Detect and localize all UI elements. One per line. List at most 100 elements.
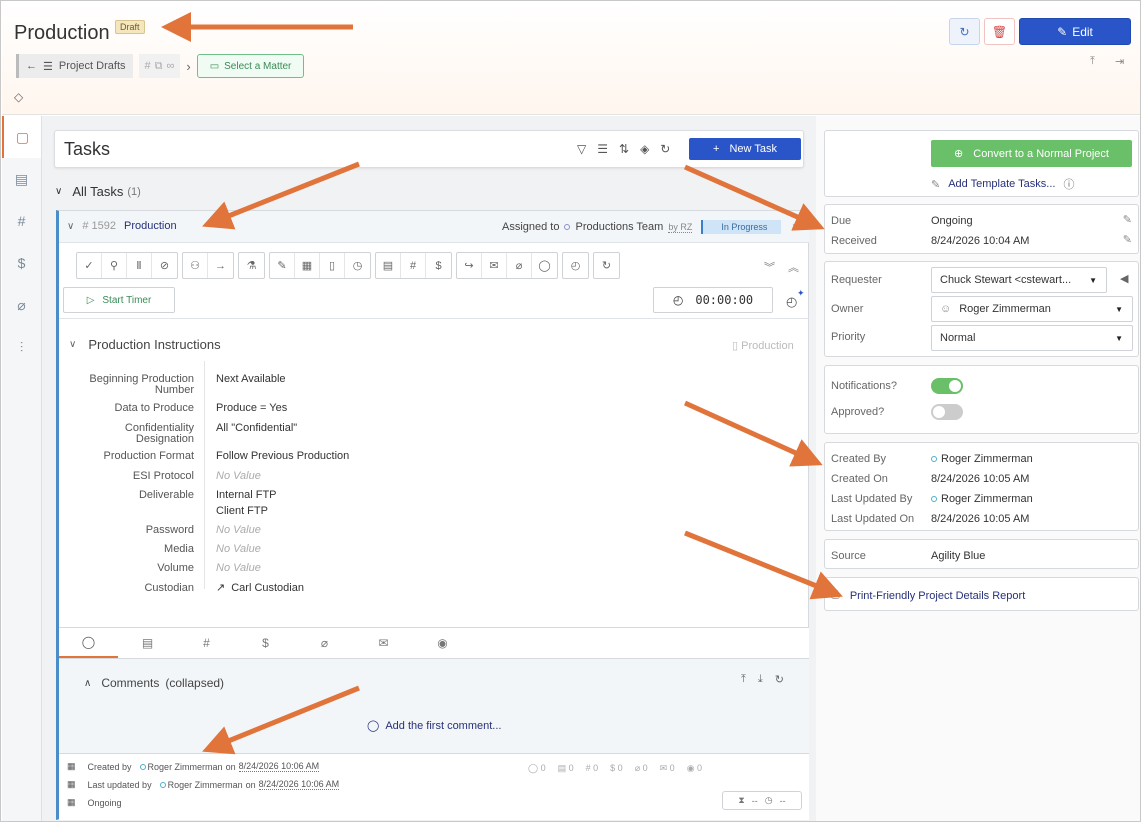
tab-attachments[interactable]: ⌀: [295, 628, 354, 658]
refresh-icon[interactable]: ↻: [775, 673, 784, 686]
cancel-icon[interactable]: ⊘: [152, 253, 177, 278]
convert-button[interactable]: ⊕ Convert to a Normal Project: [931, 140, 1132, 167]
task-header-row[interactable]: ∨ # 1592 Production Assigned to Producti…: [59, 211, 809, 243]
time-summary-box[interactable]: ⧗ -- ◷ --: [722, 791, 802, 810]
owner-select[interactable]: ☺ Roger Zimmerman ▼: [931, 296, 1133, 322]
created-by-label: Created by: [87, 761, 132, 772]
card-icon[interactable]: ▤: [2, 158, 41, 200]
tab-watchers[interactable]: ◉: [413, 628, 472, 658]
instructions-tag-label: Production: [741, 340, 794, 352]
tab-comments[interactable]: ◯: [59, 628, 118, 658]
instructions-header[interactable]: ∨ Production Instructions: [69, 337, 221, 352]
mail-count: ✉ 0: [659, 763, 675, 773]
assigned-by: by RZ: [668, 221, 693, 233]
edit-icon[interactable]: ✎: [270, 253, 295, 278]
assigned-team[interactable]: Productions Team: [575, 221, 663, 233]
stopwatch-icon[interactable]: ◴: [786, 294, 797, 310]
comments-header[interactable]: ∧ Comments (collapsed): [84, 676, 224, 690]
dollar-icon[interactable]: $: [2, 242, 41, 284]
print-panel: ⎙ Print-Friendly Project Details Report: [824, 577, 1139, 611]
hash-icon[interactable]: #: [2, 200, 41, 242]
list-icon[interactable]: ☰: [597, 142, 608, 156]
forward-arrow-icon[interactable]: →: [208, 253, 233, 278]
refresh-icon[interactable]: ↻: [594, 253, 619, 278]
updated-on-date: 8/24/2026 10:06 AM: [258, 779, 340, 790]
calendar-icon[interactable]: ▦: [295, 253, 320, 278]
requester-label: Requester: [831, 274, 882, 286]
dollar-icon[interactable]: $: [426, 253, 451, 278]
field-label: ESI Protocol: [132, 470, 194, 482]
external-link-icon: ↗: [216, 582, 226, 594]
select-matter-button[interactable]: ▭ Select a Matter: [196, 54, 305, 78]
scroll-top-icon[interactable]: ⤒: [741, 673, 746, 686]
all-tasks-toggle[interactable]: ∨ All Tasks (1): [55, 184, 141, 199]
print-report-link[interactable]: ⎙ Print-Friendly Project Details Report: [831, 589, 1025, 602]
due-line: ▦ Ongoing: [67, 797, 122, 808]
add-first-comment-link[interactable]: ◯ Add the first comment...: [367, 719, 501, 733]
clipboard-icon[interactable]: ▢: [2, 116, 41, 158]
priority-select[interactable]: Normal ▼: [931, 325, 1133, 351]
flask-icon[interactable]: ⚗: [239, 253, 264, 278]
edit-button[interactable]: ✎ Edit: [1019, 18, 1131, 45]
refresh-button[interactable]: ↻: [949, 18, 980, 45]
tab-billing[interactable]: $: [236, 628, 295, 658]
expand-all-icon[interactable]: ︾: [764, 259, 775, 275]
menu-icon[interactable]: ≡: [792, 220, 799, 234]
sort-icon[interactable]: ⇅: [619, 142, 629, 156]
new-task-button[interactable]: + New Task: [689, 138, 801, 160]
paperclip-icon[interactable]: ⌀: [2, 284, 41, 326]
toolbar-group-edit: ✎ ▦ ▯ ◷: [269, 252, 371, 279]
pause-icon[interactable]: Ⅱ: [127, 253, 152, 278]
chevron-right-icon: ›: [186, 58, 191, 74]
field-value: Produce = Yes: [216, 402, 288, 414]
status-badge[interactable]: In Progress: [701, 220, 782, 234]
edit-label: Edit: [1072, 24, 1093, 39]
hash-icon[interactable]: #: [401, 253, 426, 278]
tag-icon[interactable]: ◇: [14, 90, 23, 104]
check-icon[interactable]: ✓: [77, 253, 102, 278]
breadcrumb-id[interactable]: # ⧉ ∞: [138, 54, 181, 78]
layers-icon[interactable]: ◈: [640, 142, 649, 156]
filter-icon[interactable]: ▽: [577, 142, 586, 156]
sliders-icon[interactable]: ⫶: [2, 326, 41, 368]
mail-icon[interactable]: ✉: [482, 253, 507, 278]
updated-by-label: Last Updated By: [831, 493, 913, 505]
clock-icon[interactable]: ◷: [345, 253, 370, 278]
paperclip-icon[interactable]: ⌀: [507, 253, 532, 278]
reassign-icon[interactable]: ⚇: [183, 253, 208, 278]
pin-icon[interactable]: ✦: [797, 288, 805, 299]
requester-select[interactable]: Chuck Stewart <cstewart... ▼: [931, 267, 1107, 293]
project-header: Production Draft ← ☰ Project Drafts # ⧉ …: [2, 2, 1140, 115]
approved-toggle[interactable]: [931, 404, 963, 420]
task-name[interactable]: Production: [124, 220, 177, 232]
share-icon[interactable]: ↪: [457, 253, 482, 278]
notifications-row: Notifications?: [831, 380, 1131, 392]
approved-label: Approved?: [831, 406, 885, 418]
delete-button[interactable]: 🗑: [984, 18, 1015, 45]
tab-card[interactable]: ▤: [118, 628, 177, 658]
collapse-panel-icon[interactable]: ⇥: [1115, 55, 1124, 68]
breadcrumb-project-drafts[interactable]: ← ☰ Project Drafts: [16, 54, 133, 78]
assign-user-icon[interactable]: ⚲: [102, 253, 127, 278]
scroll-top-icon[interactable]: ⤒: [1090, 55, 1095, 68]
edit-due-icon[interactable]: ✎: [1123, 213, 1132, 226]
edit-received-icon[interactable]: ✎: [1123, 233, 1132, 246]
stopwatch-icon[interactable]: ◴: [563, 253, 588, 278]
collapse-all-icon[interactable]: ︽: [788, 259, 799, 275]
megaphone-icon[interactable]: ◀: [1120, 272, 1128, 285]
download-icon[interactable]: ⤓: [758, 673, 763, 686]
start-timer-button[interactable]: ▷ Start Timer: [63, 287, 175, 313]
tab-mail[interactable]: ✉: [354, 628, 413, 658]
source-label: Source: [831, 550, 866, 562]
toolbar-group-share: ↪ ✉ ⌀ ◯: [456, 252, 558, 279]
custodian-link[interactable]: ↗ Carl Custodian: [216, 580, 304, 596]
card-icon[interactable]: ▤: [376, 253, 401, 278]
refresh-icon[interactable]: ↻: [660, 142, 670, 156]
tab-numbers[interactable]: #: [177, 628, 236, 658]
add-template-tasks-link[interactable]: ✎ Add Template Tasks... ⓘ: [931, 176, 1074, 192]
chevron-down-icon[interactable]: ∨: [67, 221, 74, 232]
notifications-toggle[interactable]: [931, 378, 963, 394]
comment-icon[interactable]: ◯: [532, 253, 557, 278]
document-icon[interactable]: ▯: [320, 253, 345, 278]
help-icon[interactable]: ⓘ: [1063, 176, 1074, 192]
